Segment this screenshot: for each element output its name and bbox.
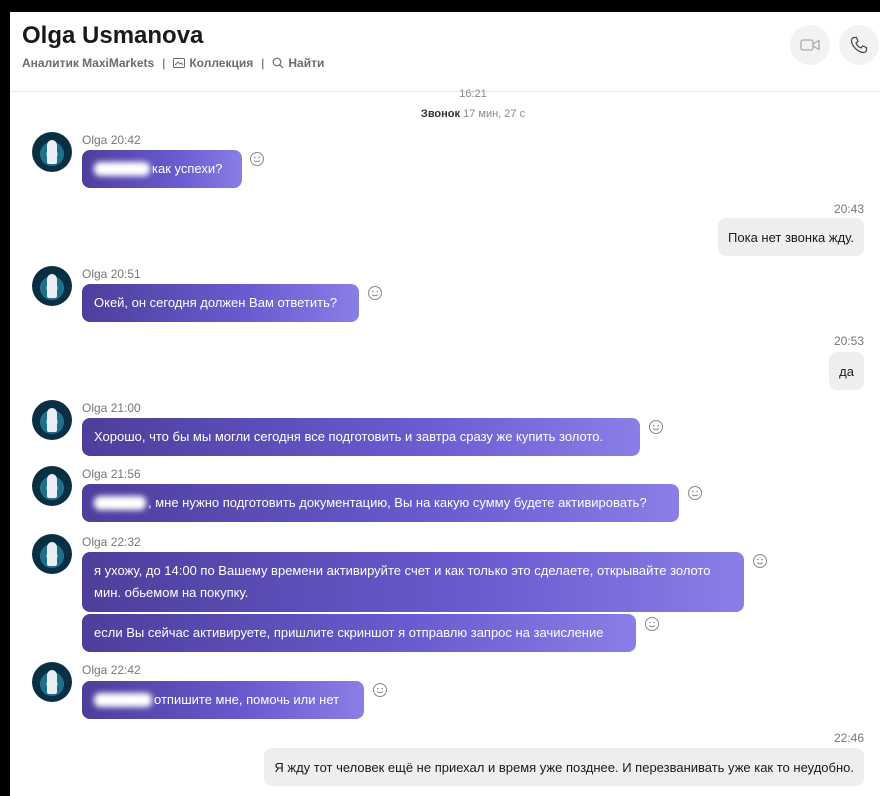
avatar[interactable] [32, 400, 72, 440]
find-label: Найти [288, 56, 325, 70]
redacted-text [94, 162, 150, 176]
message-text: , мне нужно подготовить документацию, Вы… [148, 495, 647, 510]
message-bubble[interactable]: как успехи? [82, 150, 242, 188]
smiley-reaction-icon[interactable] [752, 553, 768, 569]
message-author: Olga [82, 535, 108, 549]
header-subline: Аналитик MaxiMarkets | Коллекция | Найти [22, 56, 324, 70]
chat-window: Olga Usmanova Аналитик MaxiMarkets | Кол… [10, 12, 880, 796]
smiley-reaction-icon[interactable] [249, 151, 265, 167]
message-bubble-outgoing[interactable]: да [829, 352, 864, 390]
chat-header: Olga Usmanova Аналитик MaxiMarkets | Кол… [10, 12, 880, 92]
message-bubble[interactable]: отпишите мне, помочь или нет [82, 681, 364, 719]
message-text: да [839, 363, 854, 379]
message-bubble-outgoing[interactable]: Я жду тот человек ещё не приехал и время… [264, 748, 864, 786]
video-camera-icon [800, 39, 820, 51]
message-time: 22:46 [833, 731, 864, 745]
search-icon [272, 57, 284, 69]
message-text: Пока нет звонка жду. [728, 229, 854, 245]
message-text: если Вы сейчас активируете, пришлите скр… [94, 625, 604, 640]
message-time: 21:00 [110, 401, 141, 415]
message-meta: Olga 21:56 [82, 467, 141, 481]
avatar[interactable] [32, 534, 72, 574]
avatar[interactable] [32, 662, 72, 702]
redacted-text [94, 693, 152, 707]
message-bubble[interactable]: , мне нужно подготовить документацию, Вы… [82, 484, 679, 522]
separator: | [261, 56, 265, 70]
smiley-reaction-icon[interactable] [367, 285, 383, 301]
message-text: Окей, он сегодня должен Вам ответить? [94, 295, 338, 310]
message-text: Я жду тот человек ещё не приехал и время… [274, 759, 854, 775]
smiley-reaction-icon[interactable] [644, 616, 660, 632]
smiley-reaction-icon[interactable] [372, 682, 388, 698]
avatar[interactable] [32, 466, 72, 506]
message-time: 22:32 [110, 535, 141, 549]
contact-name[interactable]: Olga Usmanova [22, 22, 203, 50]
message-time: 20:42 [110, 133, 141, 147]
message-time: 22:42 [110, 663, 141, 677]
collection-label: Коллекция [189, 56, 254, 70]
separator: | [162, 56, 166, 70]
smiley-reaction-icon[interactable] [648, 419, 664, 435]
message-bubble[interactable]: Окей, он сегодня должен Вам ответить? [82, 284, 359, 322]
message-bubble[interactable]: если Вы сейчас активируете, пришлите скр… [82, 614, 636, 652]
collection-link[interactable]: Коллекция [173, 56, 253, 70]
message-meta: Olga 20:51 [82, 267, 141, 281]
message-author: Olga [82, 467, 108, 481]
avatar[interactable] [32, 266, 72, 306]
message-time: 20:51 [110, 267, 141, 281]
call-record: Звонок 17 мин, 27 с [10, 108, 880, 120]
find-link[interactable]: Найти [272, 56, 324, 70]
message-bubble-outgoing[interactable]: Пока нет звонка жду. [718, 218, 864, 256]
message-bubble[interactable]: Хорошо, что бы мы могли сегодня все подг… [82, 418, 640, 456]
message-text: как успехи? [152, 161, 223, 176]
message-meta: Olga 20:42 [82, 133, 141, 147]
message-text: я ухожу, до 14:00 по Вашему времени акти… [94, 563, 711, 600]
message-author: Olga [82, 663, 108, 677]
redacted-text [94, 496, 146, 510]
message-text: Хорошо, что бы мы могли сегодня все подг… [94, 429, 604, 444]
phone-icon [850, 36, 868, 54]
message-bubble[interactable]: я ухожу, до 14:00 по Вашему времени акти… [82, 552, 744, 612]
gallery-icon [173, 58, 186, 68]
message-meta: Olga 22:42 [82, 663, 141, 677]
message-time: 20:53 [833, 334, 864, 348]
system-timestamp: 16:21 [459, 88, 487, 100]
video-call-button[interactable] [790, 25, 830, 65]
avatar[interactable] [32, 132, 72, 172]
message-time: 21:56 [110, 467, 141, 481]
conversation: 16:21 Звонок 17 мин, 27 с Olga 20:42 как… [10, 88, 880, 796]
message-text: отпишите мне, помочь или нет [154, 692, 340, 707]
smiley-reaction-icon[interactable] [687, 485, 703, 501]
message-time: 20:43 [833, 202, 864, 216]
message-meta: Olga 21:00 [82, 401, 141, 415]
message-meta: Olga 22:32 [82, 535, 141, 549]
message-author: Olga [82, 401, 108, 415]
contact-subtitle: Аналитик MaxiMarkets [22, 56, 155, 70]
call-duration: 17 мин, 27 с [463, 108, 526, 120]
audio-call-button[interactable] [839, 25, 879, 65]
message-author: Olga [82, 133, 108, 147]
call-label: Звонок [420, 108, 461, 120]
message-author: Olga [82, 267, 108, 281]
